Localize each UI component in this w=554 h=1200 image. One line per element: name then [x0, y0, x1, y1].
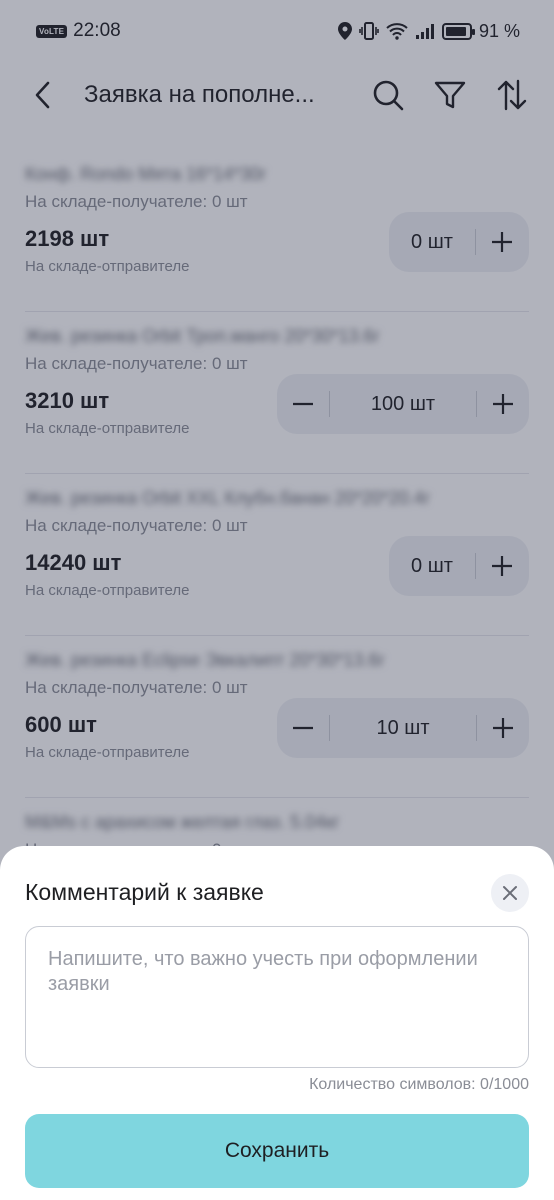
comment-input[interactable]	[25, 926, 529, 1068]
screen: VoLTE 22:08 91 % Заявка на пополне... Ко…	[0, 0, 554, 1200]
comment-bottom-sheet: Комментарий к заявке Количество символов…	[0, 846, 554, 1200]
close-icon	[503, 886, 517, 900]
character-counter: Количество символов: 0/1000	[309, 1076, 529, 1093]
close-button[interactable]	[491, 874, 529, 912]
sheet-title: Комментарий к заявке	[25, 879, 264, 905]
save-button[interactable]: Сохранить	[25, 1114, 529, 1188]
